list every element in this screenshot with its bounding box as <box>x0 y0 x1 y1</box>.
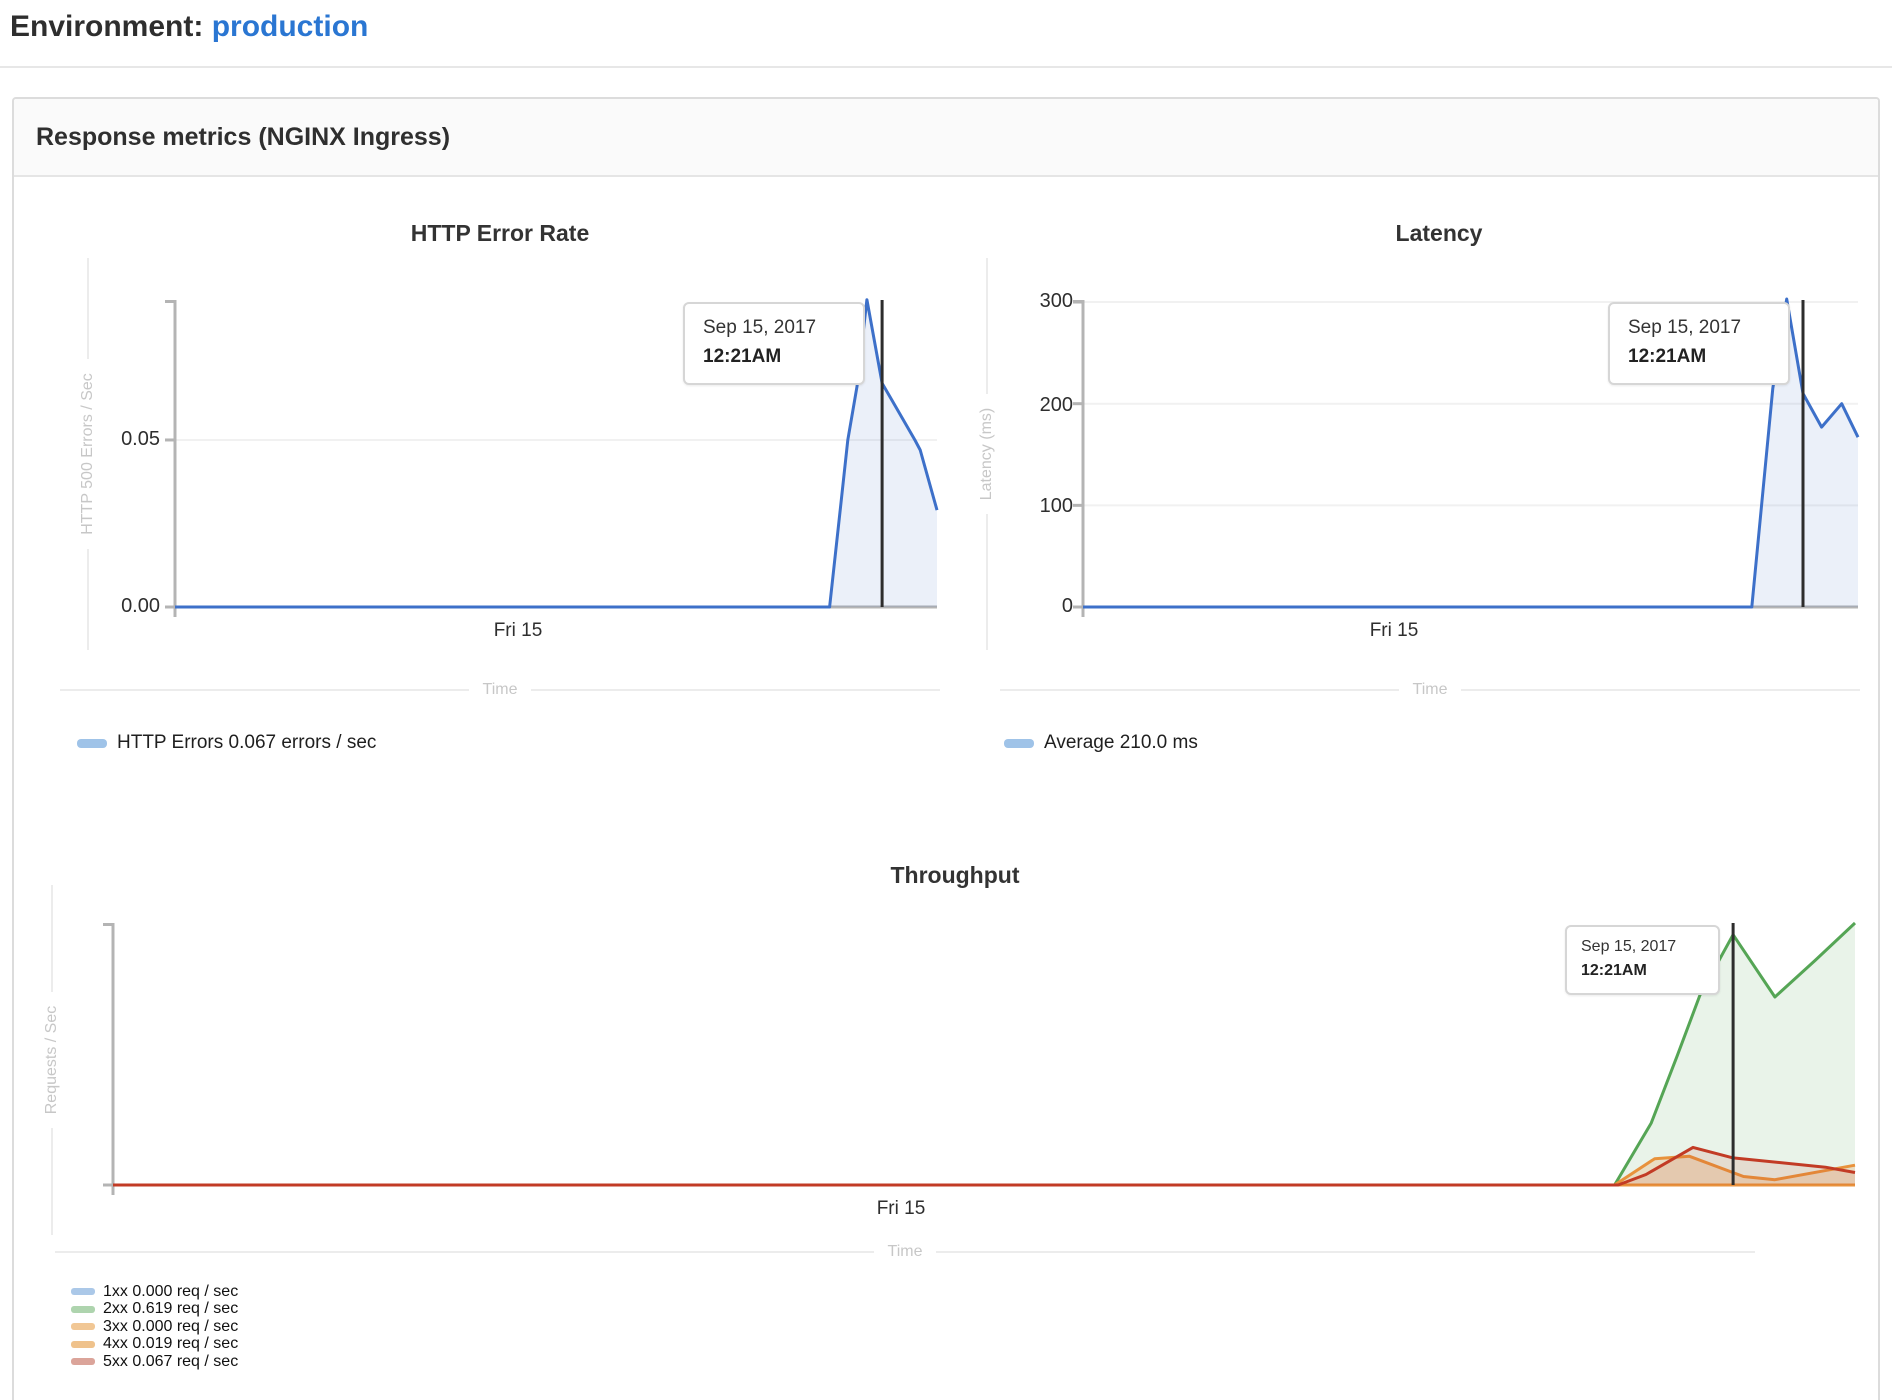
legend-item: 4xx 0.019 req / sec <box>71 1336 238 1354</box>
y-tick-label: 0.05 <box>60 428 160 451</box>
y-tick-label: 0.00 <box>60 595 160 618</box>
header-divider <box>0 66 1892 68</box>
legend-label: 1xx 0.000 req / sec <box>103 1283 238 1301</box>
axis-label-line <box>55 1251 874 1253</box>
series-line-4xx <box>113 1156 1855 1185</box>
axis-label-line <box>51 885 53 992</box>
axis-label-line <box>51 1128 53 1235</box>
throughput-legend: 1xx 0.000 req / sec 2xx 0.619 req / sec … <box>71 1283 238 1371</box>
latency-legend: Average 210.0 ms <box>1004 732 1198 754</box>
http-error-rate-title: HTTP Error Rate <box>40 220 960 247</box>
latency-title: Latency <box>1000 220 1878 247</box>
legend-item: 5xx 0.067 req / sec <box>71 1353 238 1371</box>
throughput-y-axis-label: Requests / Sec <box>41 885 63 1235</box>
series-area-4xx <box>113 1156 1855 1185</box>
latency-x-axis-label: Time <box>1000 679 1860 701</box>
tooltip-date: Sep 15, 2017 <box>1581 935 1704 959</box>
legend-swatch <box>71 1358 95 1365</box>
legend-item: 2xx 0.619 req / sec <box>71 1301 238 1319</box>
legend-label: 2xx 0.619 req / sec <box>103 1300 238 1318</box>
latency-tooltip: Sep 15, 2017 12:21AM <box>1608 302 1790 385</box>
legend-swatch <box>71 1341 95 1348</box>
legend-item: 1xx 0.000 req / sec <box>71 1283 238 1301</box>
y-axis-label-text: Requests / Sec <box>43 1006 61 1115</box>
x-axis-label-text: Time <box>1413 681 1448 699</box>
legend-swatch <box>1004 739 1034 748</box>
page-title: Environment: production <box>10 10 368 44</box>
y-tick-label: 200 <box>973 394 1073 417</box>
y-axis-label-text: HTTP 500 Errors / Sec <box>79 373 97 535</box>
axis-label-line <box>531 689 940 691</box>
y-axis-label-text: Latency (ms) <box>978 408 996 500</box>
x-axis-label-text: Time <box>888 1243 923 1261</box>
axis-label-line <box>60 689 469 691</box>
x-axis-label-text: Time <box>483 681 518 699</box>
legend-swatch <box>77 739 107 748</box>
legend-label: Average 210.0 ms <box>1044 732 1198 754</box>
axis-label-line <box>986 258 988 394</box>
y-tick-label: 300 <box>973 290 1073 313</box>
legend-label: 3xx 0.000 req / sec <box>103 1318 238 1336</box>
tooltip-time: 12:21AM <box>1628 343 1770 372</box>
environment-label: Environment: <box>10 10 203 43</box>
axis-label-line <box>87 258 89 359</box>
metrics-page: Environment: production Response metrics… <box>0 0 1892 1400</box>
legend-swatch <box>71 1323 95 1330</box>
tooltip-time: 12:21AM <box>703 343 845 372</box>
axis-label-line <box>986 514 988 650</box>
http-error-rate-y-axis-label: HTTP 500 Errors / Sec <box>77 258 99 650</box>
legend-item: 3xx 0.000 req / sec <box>71 1318 238 1336</box>
series-line-5xx <box>113 1147 1855 1185</box>
panel-heading: Response metrics (NGINX Ingress) <box>14 99 1878 177</box>
tooltip-date: Sep 15, 2017 <box>703 314 845 343</box>
axis-label-line <box>1461 689 1860 691</box>
axis-label-line <box>936 1251 1755 1253</box>
http-error-rate-x-axis-label: Time <box>60 679 940 701</box>
x-tick-label: Fri 15 <box>841 1198 961 1220</box>
throughput-x-axis-label: Time <box>55 1241 1755 1263</box>
series-area-5xx <box>113 1147 1855 1185</box>
legend-label: 4xx 0.019 req / sec <box>103 1335 238 1353</box>
x-tick-label: Fri 15 <box>458 620 578 642</box>
legend-label: 5xx 0.067 req / sec <box>103 1353 238 1371</box>
legend-swatch <box>71 1306 95 1313</box>
x-tick-label: Fri 15 <box>1334 620 1454 642</box>
http-error-rate-legend: HTTP Errors 0.067 errors / sec <box>77 732 376 754</box>
y-tick-label: 0 <box>973 595 1073 618</box>
throughput-title: Throughput <box>55 862 1855 889</box>
legend-swatch <box>71 1288 95 1295</box>
latency-y-axis-label: Latency (ms) <box>976 258 998 650</box>
throughput-tooltip: Sep 15, 2017 12:21AM <box>1565 925 1720 995</box>
y-tick-label: 100 <box>973 495 1073 518</box>
tooltip-time: 12:21AM <box>1581 959 1704 983</box>
tooltip-date: Sep 15, 2017 <box>1628 314 1770 343</box>
panel-title: Response metrics (NGINX Ingress) <box>36 99 450 175</box>
http-error-rate-tooltip: Sep 15, 2017 12:21AM <box>683 302 865 385</box>
environment-link[interactable]: production <box>212 10 369 43</box>
legend-label: HTTP Errors 0.067 errors / sec <box>117 732 376 754</box>
axis-label-line <box>1000 689 1399 691</box>
